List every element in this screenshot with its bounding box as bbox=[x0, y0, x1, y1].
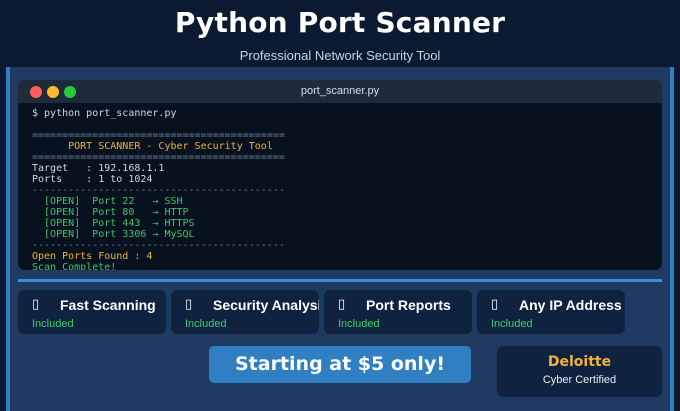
section-divider bbox=[18, 279, 662, 282]
report-icon: ▯ bbox=[338, 297, 346, 312]
badge-caption: Cyber Certified bbox=[542, 374, 617, 386]
terminal-banner: PORT SCANNER - Cyber Security Tool bbox=[32, 141, 273, 152]
feature-card-port-reports: ▯ Port Reports Included bbox=[324, 290, 472, 334]
feature-status: Included bbox=[32, 318, 74, 330]
page-subtitle: Professional Network Security Tool bbox=[239, 48, 441, 63]
feature-card-any-ip-address: ▯ Any IP Address Included bbox=[477, 290, 625, 334]
feature-status: Included bbox=[491, 318, 533, 330]
terminal-separator: ----------------------------------------… bbox=[32, 240, 285, 251]
shield-icon: ▯ bbox=[185, 297, 193, 312]
terminal-separator: ========================================… bbox=[32, 152, 285, 163]
terminal-separator: ----------------------------------------… bbox=[32, 185, 285, 196]
feature-title: Port Reports bbox=[366, 297, 451, 313]
badge-name: Deloitte bbox=[547, 354, 612, 370]
terminal-ports: Ports : 1 to 1024 bbox=[32, 174, 153, 185]
page-title: Python Port Scanner bbox=[174, 6, 506, 39]
feature-title: Security Analysis bbox=[213, 297, 319, 313]
feature-card-security-analysis: ▯ Security Analysis Included bbox=[171, 290, 319, 334]
terminal-title: port_scanner.py bbox=[300, 85, 380, 97]
lightning-icon: ▯ bbox=[32, 297, 40, 312]
terminal-complete: Scan Complete! bbox=[32, 262, 117, 270]
feature-title: Any IP Address bbox=[519, 297, 622, 313]
terminal-title-bar: port_scanner.py bbox=[18, 80, 662, 103]
feature-status: Included bbox=[185, 318, 227, 330]
terminal-window: port_scanner.py $ python port_scanner.py… bbox=[18, 80, 662, 270]
feature-status: Included bbox=[338, 318, 380, 330]
terminal-output: $ python port_scanner.py ===============… bbox=[32, 108, 285, 270]
globe-icon: ▯ bbox=[491, 297, 499, 312]
terminal-result-line: [OPEN] Port 22 → SSH bbox=[32, 196, 183, 207]
terminal-result-line: [OPEN] Port 443 → HTTPS bbox=[32, 218, 195, 229]
terminal-command: $ python port_scanner.py bbox=[32, 108, 177, 119]
pricing-cta-button[interactable]: Starting at $5 only! bbox=[209, 346, 471, 383]
terminal-result-line: [OPEN] Port 80 → HTTP bbox=[32, 207, 189, 218]
terminal-separator: ========================================… bbox=[32, 130, 285, 141]
certification-badge: Deloitte Cyber Certified bbox=[497, 346, 662, 397]
terminal-result-line: [OPEN] Port 3306 → MySQL bbox=[32, 229, 195, 240]
terminal-open-count: Open Ports Found : 4 bbox=[32, 251, 153, 262]
feature-title: Fast Scanning bbox=[60, 297, 156, 313]
page-header: Python Port Scanner Professional Network… bbox=[0, 0, 680, 67]
feature-card-fast-scanning: ▯ Fast Scanning Included bbox=[18, 290, 166, 334]
terminal-target: Target : 192.168.1.1 bbox=[32, 163, 165, 174]
